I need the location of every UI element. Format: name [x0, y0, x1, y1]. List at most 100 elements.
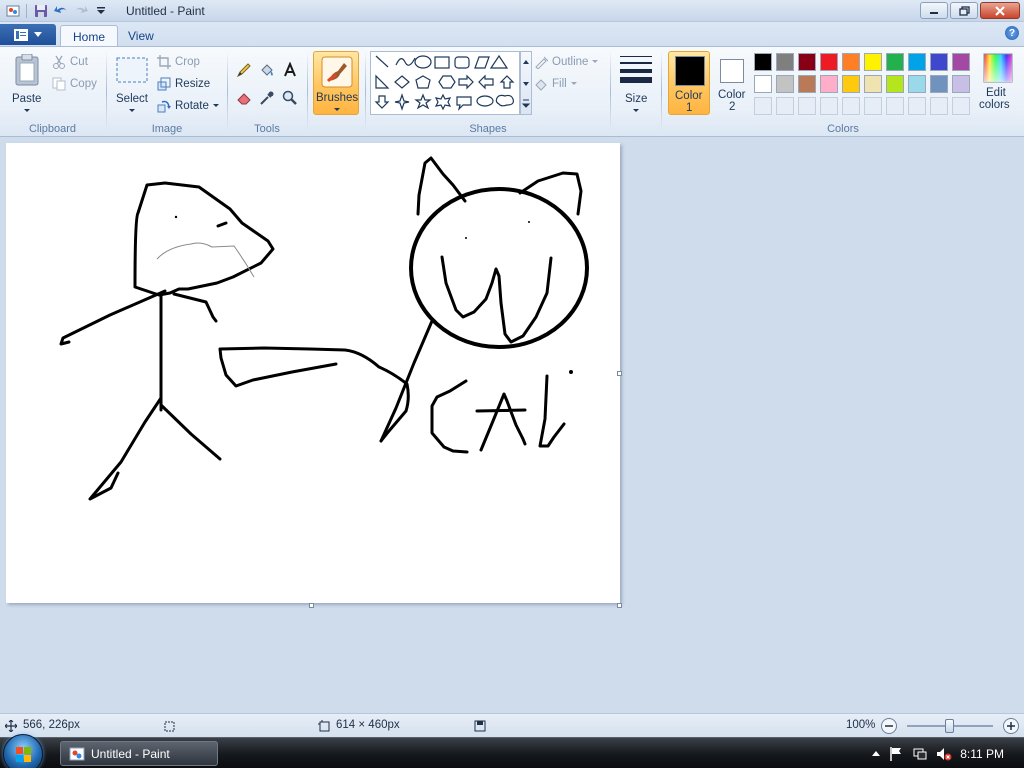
- palette-swatch-empty[interactable]: [754, 97, 772, 115]
- palette-swatch[interactable]: [842, 75, 860, 93]
- text-tool[interactable]: [279, 59, 301, 81]
- paste-button[interactable]: Paste: [8, 51, 46, 115]
- palette-swatch[interactable]: [908, 53, 926, 71]
- clock[interactable]: 8:11 PM: [960, 747, 1004, 761]
- flag-icon[interactable]: [888, 746, 904, 762]
- stick-figure-arm-left: [59, 289, 167, 346]
- window-title: Untitled - Paint: [126, 4, 205, 18]
- taskbar-item-paint[interactable]: Untitled - Paint: [60, 741, 218, 766]
- canvas-workspace[interactable]: [0, 137, 1024, 713]
- resize-handle-right[interactable]: [617, 371, 622, 376]
- tools-group-label: Tools: [254, 123, 280, 135]
- minimize-button[interactable]: [920, 2, 948, 19]
- cut-button[interactable]: Cut: [52, 53, 88, 71]
- zoom-out-button[interactable]: [881, 718, 897, 734]
- palette-swatch-empty[interactable]: [886, 97, 904, 115]
- palette-swatch[interactable]: [754, 53, 772, 71]
- color2-button[interactable]: Color 2: [712, 51, 754, 115]
- palette-swatch[interactable]: [820, 53, 838, 71]
- palette-swatch[interactable]: [952, 75, 970, 93]
- palette-swatch[interactable]: [908, 75, 926, 93]
- palette-swatch[interactable]: [886, 53, 904, 71]
- cat-mouth: [440, 255, 553, 344]
- taskbar-item-label: Untitled - Paint: [91, 746, 170, 761]
- color1-button[interactable]: Color 1: [668, 51, 710, 115]
- palette-swatch[interactable]: [930, 53, 948, 71]
- palette-swatch[interactable]: [776, 75, 794, 93]
- eraser-tool[interactable]: [233, 87, 255, 109]
- paste-label: Paste: [12, 93, 42, 105]
- palette-swatch-empty[interactable]: [908, 97, 926, 115]
- color-picker-tool[interactable]: [256, 87, 278, 109]
- help-icon[interactable]: ?: [1005, 26, 1019, 40]
- edit-colors-button[interactable]: Edit colors: [978, 53, 1018, 115]
- line-width-icon: [620, 56, 652, 83]
- zoom-in-button[interactable]: [1003, 718, 1019, 734]
- customize-icon[interactable]: [92, 3, 109, 19]
- outline-label: Outline: [552, 56, 589, 68]
- size-button[interactable]: Size: [616, 51, 656, 115]
- group-separator: [610, 51, 611, 131]
- palette-swatch[interactable]: [952, 53, 970, 71]
- crop-button[interactable]: Crop: [157, 53, 200, 71]
- copy-icon: [52, 77, 66, 91]
- palette-swatch[interactable]: [798, 53, 816, 71]
- rotate-label: Rotate: [175, 100, 209, 112]
- save-icon[interactable]: [32, 3, 49, 19]
- color1-number: 1: [686, 102, 693, 114]
- palette-swatch-empty[interactable]: [952, 97, 970, 115]
- tab-view[interactable]: View: [116, 25, 166, 46]
- palette-swatch[interactable]: [864, 53, 882, 71]
- redo-icon[interactable]: [72, 3, 89, 19]
- brushes-button[interactable]: Brushes: [313, 51, 359, 115]
- resize-handle-bottom[interactable]: [309, 603, 314, 608]
- palette-swatch[interactable]: [754, 75, 772, 93]
- palette-swatch-empty[interactable]: [820, 97, 838, 115]
- cat-eye-right: [528, 221, 530, 223]
- start-button[interactable]: [3, 734, 43, 768]
- palette-swatch[interactable]: [820, 75, 838, 93]
- palette-swatch-empty[interactable]: [864, 97, 882, 115]
- drawing-canvas[interactable]: [6, 143, 620, 603]
- show-hidden-icons-icon[interactable]: [872, 750, 881, 758]
- crop-label: Crop: [175, 56, 200, 68]
- magnifier-tool[interactable]: [279, 87, 301, 109]
- select-button[interactable]: Select: [113, 51, 151, 115]
- palette-swatch-empty[interactable]: [842, 97, 860, 115]
- outline-button[interactable]: Outline: [534, 53, 599, 71]
- paint-app-icon[interactable]: [4, 3, 21, 19]
- fill-button[interactable]: Fill: [534, 75, 577, 93]
- network-icon[interactable]: [912, 746, 928, 762]
- stick-figure-leg-left: [88, 396, 163, 501]
- disk-icon: [474, 720, 486, 732]
- resize-handle-corner[interactable]: [617, 603, 622, 608]
- zoom-slider-thumb[interactable]: [945, 719, 954, 733]
- palette-swatch-empty[interactable]: [798, 97, 816, 115]
- paint-menu-button[interactable]: [0, 24, 56, 45]
- rotate-button[interactable]: Rotate: [157, 97, 219, 115]
- undo-icon[interactable]: [52, 3, 69, 19]
- close-button[interactable]: [980, 2, 1020, 19]
- palette-swatch[interactable]: [930, 75, 948, 93]
- stick-figure-mouth: [216, 221, 228, 228]
- shapes-gallery[interactable]: [370, 51, 520, 115]
- shapes-scrollbar[interactable]: [520, 51, 532, 115]
- fill-tool[interactable]: [256, 59, 278, 81]
- resize-button[interactable]: Resize: [157, 75, 210, 93]
- copy-button[interactable]: Copy: [52, 75, 97, 93]
- volume-muted-icon[interactable]: [936, 746, 952, 762]
- restore-button[interactable]: [950, 2, 978, 19]
- group-separator: [307, 51, 308, 131]
- palette-swatch[interactable]: [776, 53, 794, 71]
- palette-swatch[interactable]: [886, 75, 904, 93]
- palette-swatch[interactable]: [798, 75, 816, 93]
- letter-c: [430, 379, 469, 454]
- tab-home[interactable]: Home: [60, 25, 119, 46]
- select-label: Select: [116, 93, 148, 105]
- pencil-tool[interactable]: [233, 59, 255, 81]
- palette-swatch-empty[interactable]: [930, 97, 948, 115]
- palette-swatch[interactable]: [842, 53, 860, 71]
- palette-swatch-empty[interactable]: [776, 97, 794, 115]
- rotate-dropdown-icon: [212, 104, 219, 107]
- palette-swatch[interactable]: [864, 75, 882, 93]
